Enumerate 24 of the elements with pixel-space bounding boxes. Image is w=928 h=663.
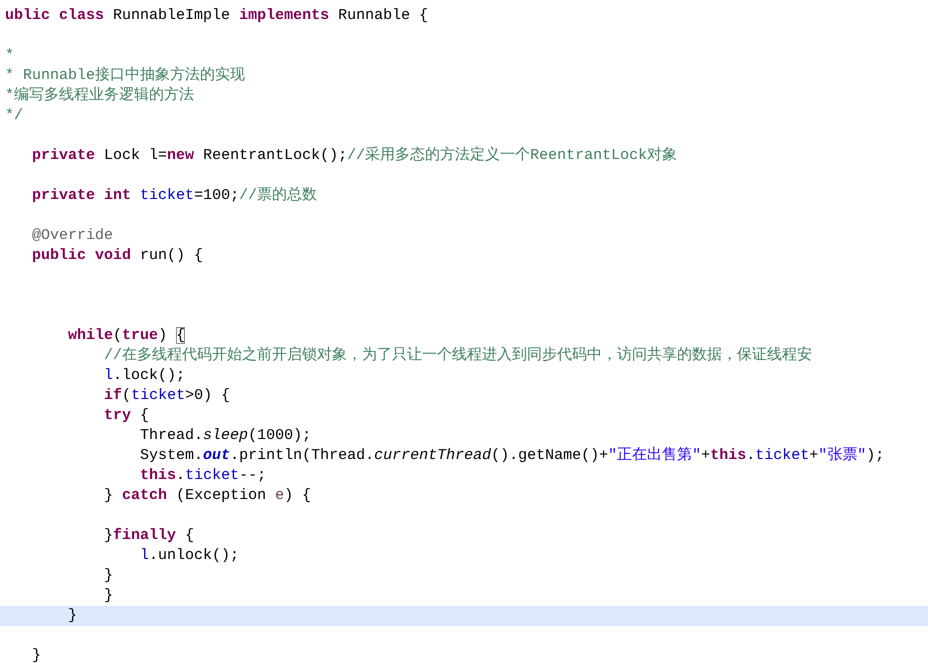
code-line: } [32,646,42,663]
code-line: } [68,606,78,626]
code-line: ublic class RunnableImple implements Runnable { [5,6,428,26]
code-line: * Runnable接口中抽象方法的实现 [5,66,246,86]
code-line: private Lock l=new ReentrantLock();//采用多态的方法定义一个ReentrantLock对象 [32,146,678,166]
code-line: //在多线程代码开始之前开启锁对象，为了只让一个线程进入到同步代码中，访问共享的数据，保证线程安 [104,346,812,366]
code-line: */ [5,106,24,126]
code-line: } [104,586,114,606]
code-line: }finally { [104,526,194,546]
code-line: } catch (Exception e) { [104,486,312,506]
code-line: this.ticket--; [140,466,266,486]
code-line: while(true) { [68,326,186,346]
code-line: try { [104,406,150,426]
code-line: l.lock(); [104,366,186,386]
code-line: private int ticket=100;//票的总数 [32,186,318,206]
code-line: @Override [32,226,114,246]
code-line: } [104,566,114,586]
code-line: public void run() { [32,246,204,266]
code-line: System.out.println(Thread.currentThread().getName()+"正在出售第"+this.ticket+"张票"); [140,446,884,466]
code-line: if(ticket>0) { [104,386,230,406]
code-line: *编写多线程业务逻辑的方法 [5,86,194,106]
code-line: l.unlock(); [140,546,240,566]
code-line: * [5,46,14,66]
code-line: Thread.sleep(1000); [140,426,312,446]
